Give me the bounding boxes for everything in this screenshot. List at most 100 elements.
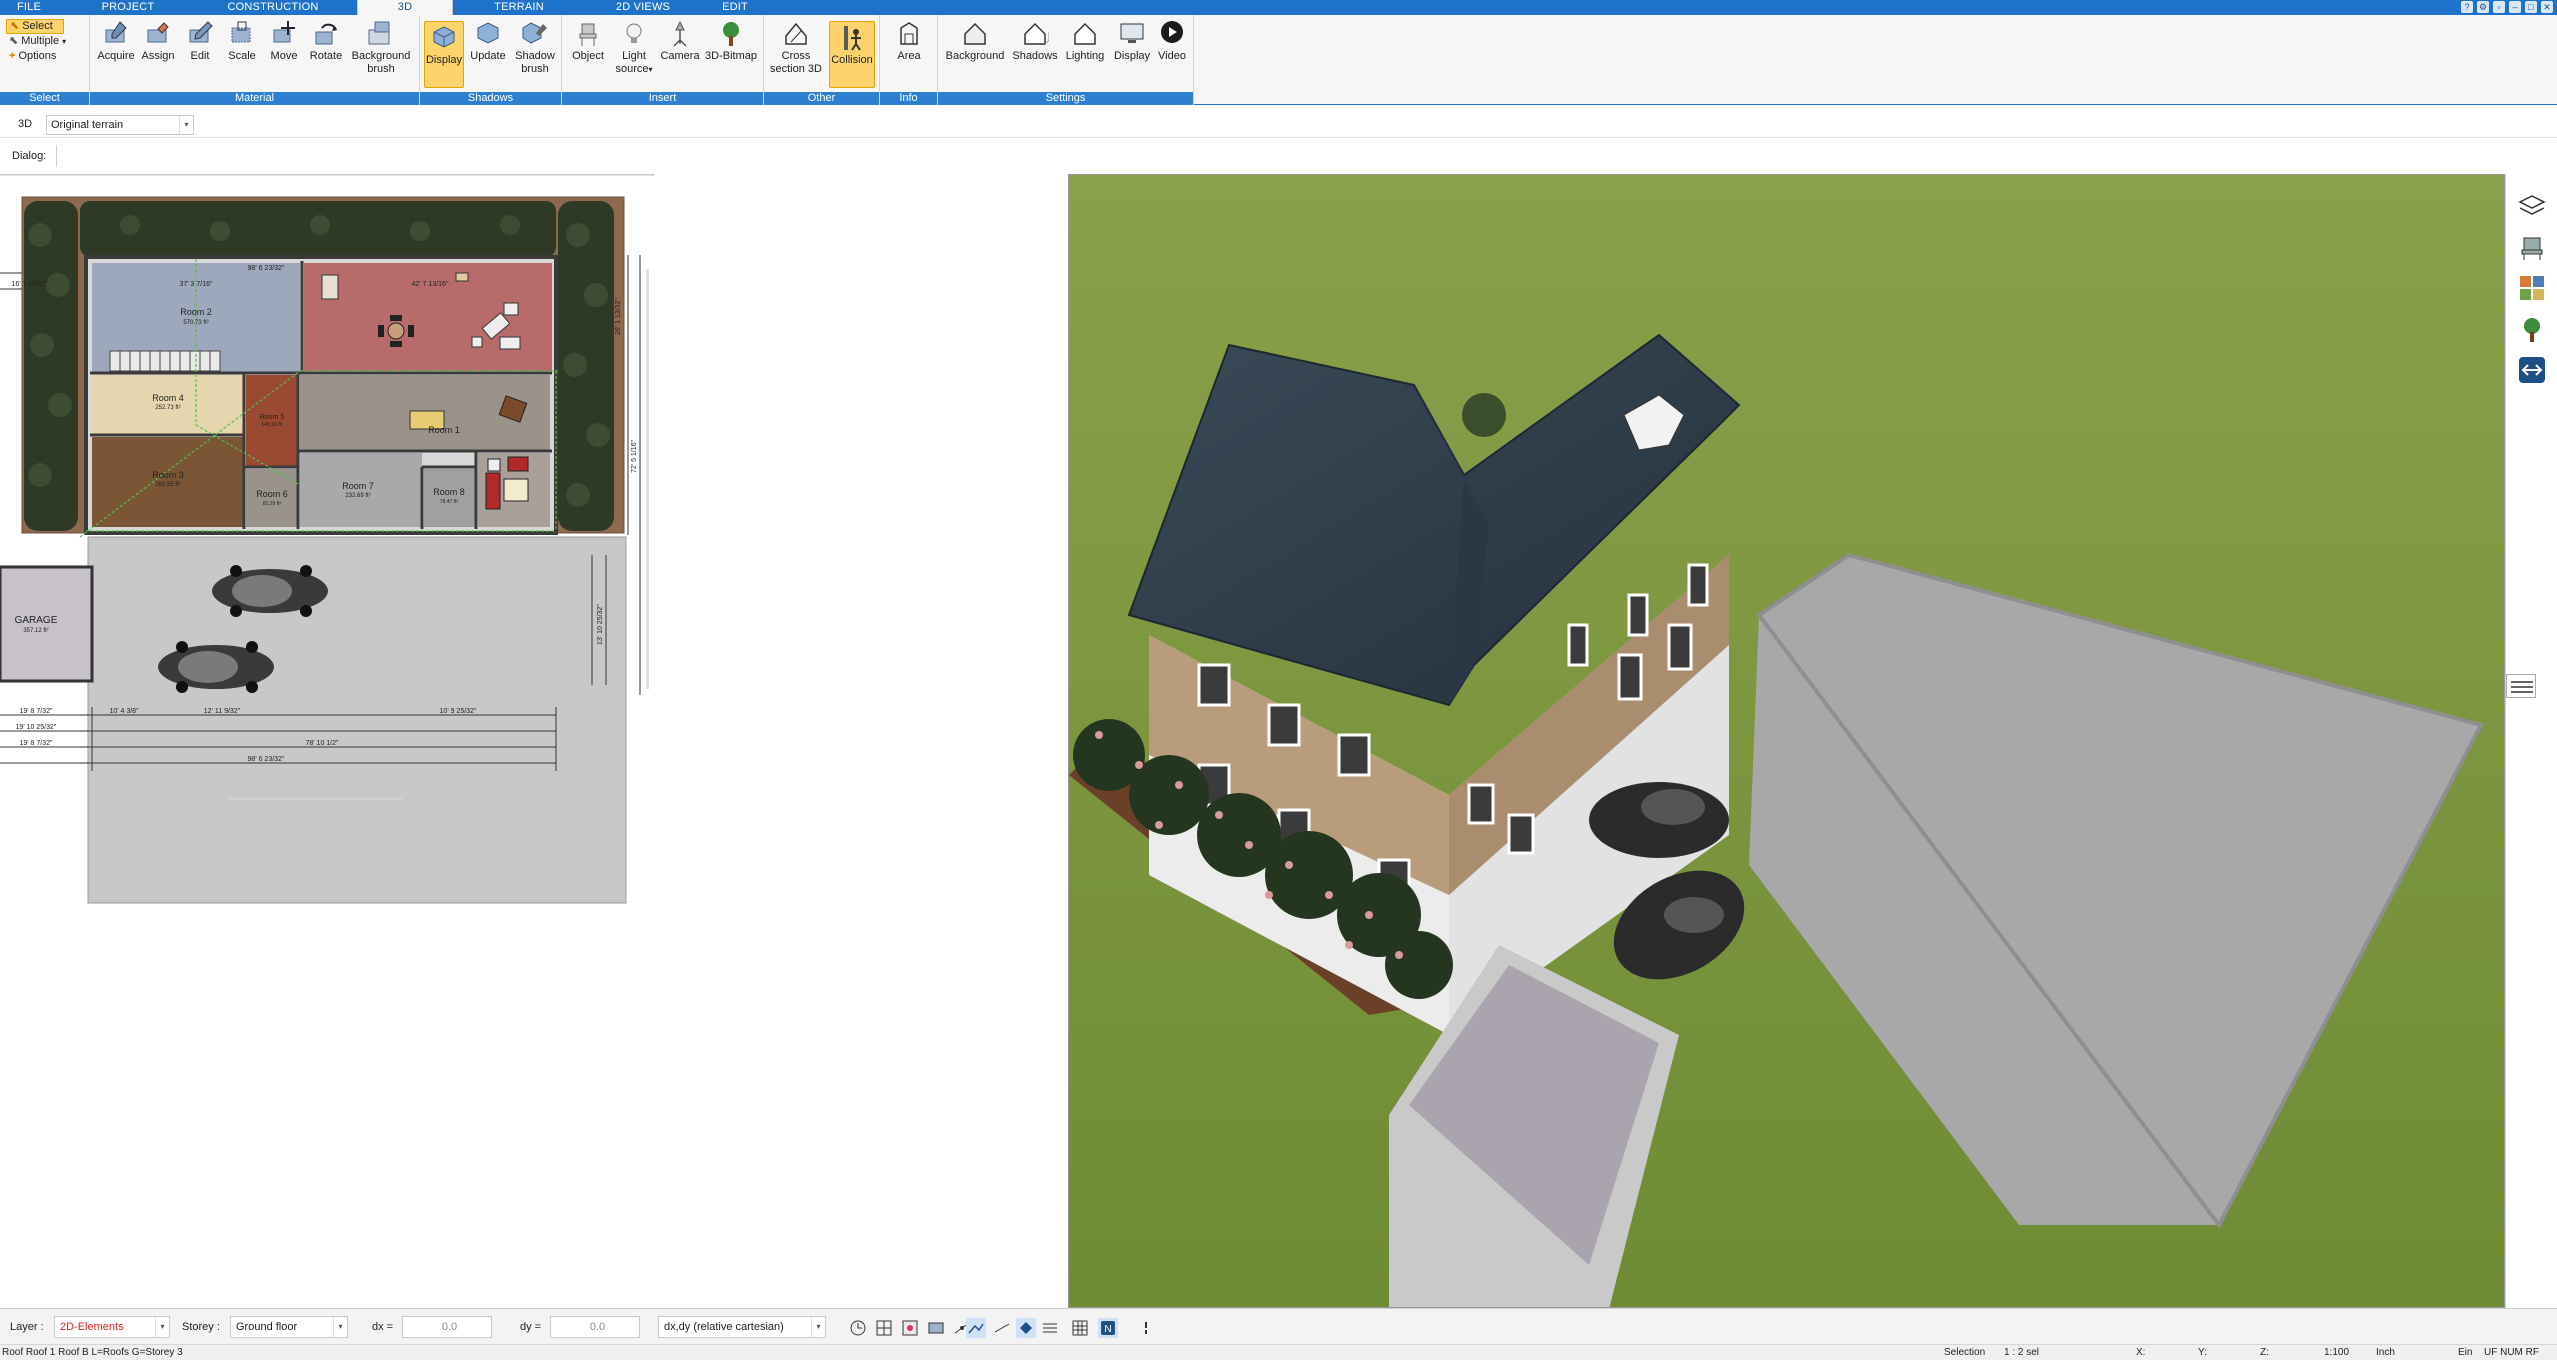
options-button[interactable]: + Options xyxy=(6,49,69,64)
tab-edit[interactable]: EDIT xyxy=(703,0,767,15)
layer-dropdown[interactable]: 2D-Elements ▾ xyxy=(54,1316,170,1338)
storey-dropdown[interactable]: Ground floor ▾ xyxy=(230,1316,348,1338)
maximize-icon[interactable]: □ xyxy=(2525,1,2537,13)
ortho-icon[interactable] xyxy=(992,1318,1012,1338)
select-button[interactable]: ⬉ Select xyxy=(6,19,64,34)
room-label: Room 4 xyxy=(152,393,184,403)
room-area: 232.69 ft² xyxy=(345,493,370,499)
tab-file[interactable]: FILE xyxy=(0,0,58,15)
house-background-icon xyxy=(964,22,986,45)
settings-icon[interactable]: ⚙ xyxy=(2477,1,2489,13)
hamburger-icon xyxy=(2511,681,2533,693)
selection-label: Selection xyxy=(1944,1347,1986,1358)
background-button[interactable]: Background xyxy=(942,20,1008,63)
horizontal-scrollbar[interactable] xyxy=(226,797,402,800)
video-button[interactable]: Video xyxy=(1154,20,1190,63)
view-mode-label: 3D xyxy=(18,118,33,130)
tab-3d[interactable]: 3D xyxy=(357,0,453,15)
magnet-icon[interactable]: N xyxy=(1098,1318,1118,1338)
bottom-toolbar: Layer : 2D-Elements ▾ Storey : Ground flo… xyxy=(0,1308,2557,1344)
app-window: FILE PROJECT CONSTRUCTION 3D TERRAIN 2D … xyxy=(0,0,2557,1360)
scale-button[interactable]: Scale xyxy=(221,20,263,63)
play-icon xyxy=(1161,21,1183,43)
dy-input[interactable]: 0.0 xyxy=(550,1316,640,1338)
dx-input[interactable]: 0.0 xyxy=(402,1316,492,1338)
move-button[interactable]: Move xyxy=(263,20,305,63)
object-button[interactable]: Object xyxy=(566,20,610,63)
multiple-dropdown[interactable]: ⬉ Multiple ▾ xyxy=(6,34,69,49)
group-shadows: Display Update Shadow brush Shadows xyxy=(420,15,562,105)
background-brush-button[interactable]: Background brush xyxy=(347,20,415,76)
3d-view[interactable] xyxy=(1068,174,2505,1308)
more-options-icon[interactable] xyxy=(1136,1318,1156,1338)
dimension-label: 16' 7 15/32" xyxy=(12,281,49,288)
clock-icon[interactable] xyxy=(848,1318,868,1338)
svg-text:N: N xyxy=(1104,1324,1111,1335)
help-icon[interactable]: ? xyxy=(2461,1,2473,13)
dimension-label: 98' 6 23/32" xyxy=(248,265,285,272)
multiple-select-icon: ⬉ xyxy=(9,35,19,47)
dialog-separator xyxy=(56,145,58,167)
floor-plan-drawing: Room 2 570.73 ft² Room 4 252.73 ft² Room… xyxy=(0,175,654,904)
rotate-button[interactable]: Rotate xyxy=(305,20,347,63)
3d-bitmap-button[interactable]: 3D-Bitmap xyxy=(702,20,760,63)
group-insert: Object Light source▾ Camera 3D-Bitmap Ins… xyxy=(562,15,764,105)
light-source-button[interactable]: Light source▾ xyxy=(612,20,656,76)
collision-button[interactable]: Collision xyxy=(829,21,875,88)
close-icon[interactable]: ✕ xyxy=(2541,1,2553,13)
dimension-label: 19' 10 25/32" xyxy=(16,724,57,731)
garage-label: GARAGE xyxy=(15,615,58,626)
room-label: Room 6 xyxy=(256,489,288,499)
lighting-button[interactable]: Lighting xyxy=(1060,20,1110,63)
snap-point-icon[interactable] xyxy=(900,1318,920,1338)
acquire-button[interactable]: Acquire xyxy=(95,20,137,63)
tab-2d-views[interactable]: 2D VIEWS xyxy=(583,0,703,15)
room-label: Room 7 xyxy=(342,481,374,491)
rotate-icon xyxy=(315,23,337,45)
window-controls: ? ⚙ ▫ – □ ✕ xyxy=(2461,1,2553,14)
cube-update-icon xyxy=(477,22,499,44)
connect-icon[interactable] xyxy=(2518,356,2546,384)
camera-button[interactable]: Camera xyxy=(658,20,702,63)
assign-button[interactable]: Assign xyxy=(137,20,179,63)
display-settings-button[interactable]: Display xyxy=(1110,20,1154,63)
panel-toggle-button[interactable] xyxy=(2506,674,2536,698)
cross-section-3d-button[interactable]: Cross section 3D xyxy=(768,20,824,76)
eyedropper-icon xyxy=(105,21,127,43)
collision-icon xyxy=(844,26,861,51)
snap-grid-icon[interactable] xyxy=(874,1318,894,1338)
display-shadows-button[interactable]: Display xyxy=(424,21,464,88)
hatch-icon[interactable] xyxy=(1040,1318,1060,1338)
room-area: 252.73 ft² xyxy=(155,405,180,411)
layers-icon[interactable] xyxy=(2518,192,2546,220)
furniture-icon[interactable] xyxy=(2518,234,2546,262)
group-material: Acquire Assign Edit Scale Move Rotate Ba… xyxy=(90,15,420,105)
tab-construction[interactable]: CONSTRUCTION xyxy=(198,0,348,15)
terrain-dropdown[interactable]: Original terrain ▾ xyxy=(46,115,194,135)
shadows-settings-button[interactable]: Shadows xyxy=(1010,20,1060,63)
shadow-brush-button[interactable]: Shadow brush xyxy=(511,20,559,76)
move-icon xyxy=(273,21,295,43)
coordinate-mode-dropdown[interactable]: dx,dy (relative cartesian) ▾ xyxy=(658,1316,826,1338)
storey-label: Storey : xyxy=(182,1321,220,1333)
grid-icon[interactable] xyxy=(1070,1318,1090,1338)
ein-indicator: Ein xyxy=(2458,1347,2473,1358)
vertical-scrollbar[interactable] xyxy=(646,269,649,689)
room-label: Room 8 xyxy=(433,487,465,497)
edit-button[interactable]: Edit xyxy=(179,20,221,63)
plants-icon[interactable] xyxy=(2518,316,2546,344)
chevron-down-icon: ▾ xyxy=(179,116,193,134)
snap-object-icon[interactable] xyxy=(926,1318,946,1338)
tab-project[interactable]: PROJECT xyxy=(58,0,198,15)
cursor-snap-icon[interactable] xyxy=(1016,1318,1036,1338)
area-button[interactable]: Area xyxy=(886,20,932,63)
tab-terrain[interactable]: TERRAIN xyxy=(455,0,583,15)
dimension-label: 13' 10 25/32" xyxy=(597,604,604,645)
update-shadows-button[interactable]: Update xyxy=(466,20,510,63)
dialog-label: Dialog: xyxy=(12,150,47,162)
minimize-icon[interactable]: – xyxy=(2509,1,2521,13)
restore-icon[interactable]: ▫ xyxy=(2493,1,2505,13)
snap-angle-icon[interactable] xyxy=(966,1318,986,1338)
materials-icon[interactable] xyxy=(2518,274,2546,302)
floor-plan-view[interactable]: Room 2 570.73 ft² Room 4 252.73 ft² Room… xyxy=(0,174,654,1306)
